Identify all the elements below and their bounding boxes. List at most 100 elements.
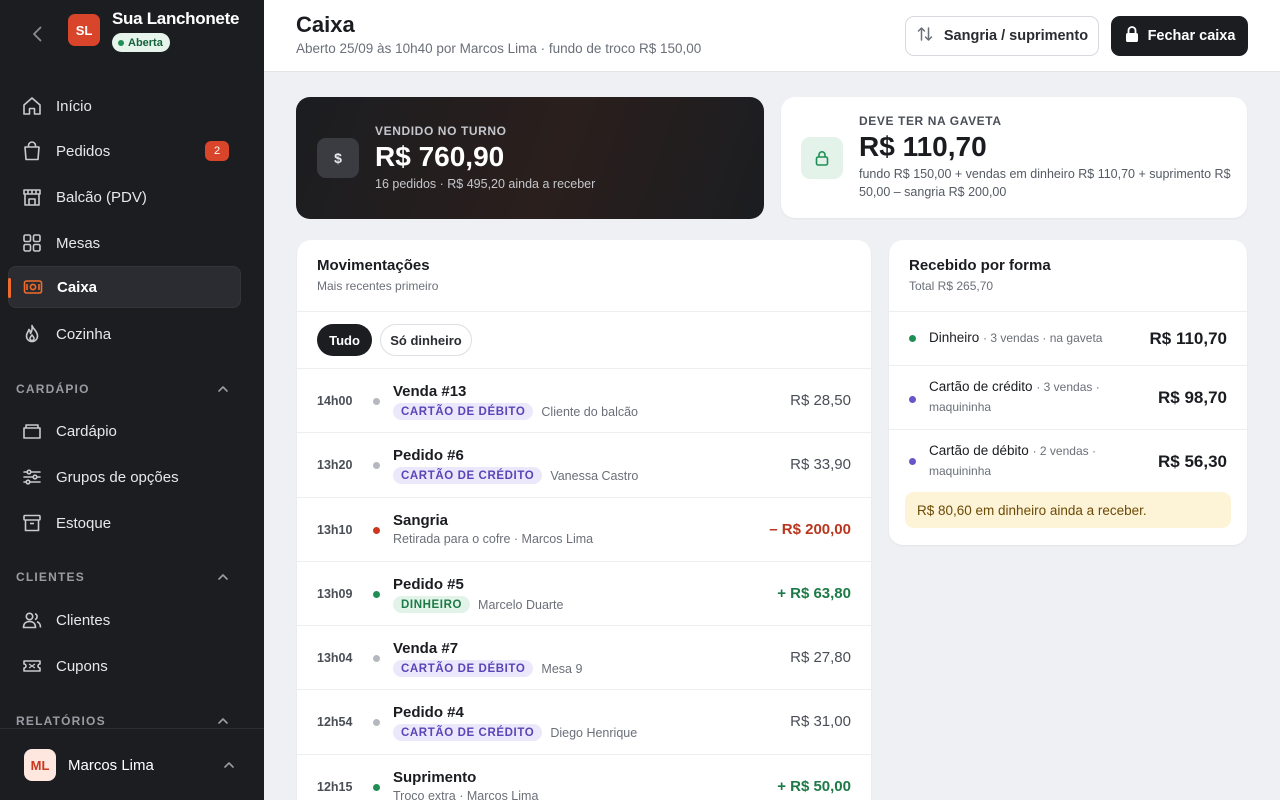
- ticket-icon: [20, 654, 44, 678]
- drawer-formula: fundo R$ 150,00 + vendas em dinheiro R$ …: [859, 167, 1231, 199]
- section-header-relatorios[interactable]: RELATÓRIOS: [16, 714, 106, 728]
- divider: [297, 311, 871, 312]
- chevron-left-icon[interactable]: [28, 24, 48, 44]
- store-name: Sua Lanchonete: [112, 9, 240, 28]
- method-name: Dinheiro: [929, 330, 980, 345]
- table-row[interactable]: 13h09 Pedido #5 DINHEIRO Marcelo Duarte …: [297, 561, 871, 625]
- sidebar-item-label: Estoque: [56, 514, 112, 532]
- sold-value: R$ 760,90: [375, 141, 505, 172]
- sidebar-item-cozinha[interactable]: Cozinha: [8, 313, 241, 355]
- table-row[interactable]: 13h20 Pedido #6 CARTÃO DE CRÉDITO Vaness…: [297, 432, 871, 496]
- filter-tudo[interactable]: Tudo: [317, 324, 372, 356]
- sangria-suprimento-button[interactable]: Sangria / suprimento: [905, 16, 1099, 56]
- filter-so-dinheiro[interactable]: Só dinheiro: [380, 324, 472, 356]
- method-detail: · 3 vendas · na gaveta: [983, 331, 1103, 345]
- method-text: Cartão de débito · 2 vendas · maquininha: [929, 441, 1149, 481]
- row-title: Venda #13: [393, 383, 467, 400]
- method-dot: [909, 458, 916, 465]
- drawer-label: DEVE TER NA GAVETA: [859, 114, 1002, 128]
- fechar-caixa-label: Fechar caixa: [1147, 28, 1236, 44]
- sold-detail: 16 pedidos · R$ 495,20 ainda a receber: [375, 177, 596, 191]
- status-dot: [373, 462, 380, 469]
- row-amount: + R$ 63,80: [777, 585, 851, 602]
- row-time: 12h54: [317, 715, 353, 729]
- row-detail: Cliente do balcão: [541, 404, 639, 419]
- row-detail: Troco extra · Marcos Lima: [393, 789, 539, 800]
- grid-icon: [20, 231, 44, 255]
- row-time: 14h00: [317, 394, 353, 408]
- received-by-method-panel: Recebido por forma Total R$ 265,70 Dinhe…: [889, 240, 1247, 545]
- dollar-icon: $: [317, 138, 359, 178]
- sidebar-item-label: Balcão (PDV): [56, 188, 147, 206]
- sidebar-item-balcao[interactable]: Balcão (PDV): [8, 176, 241, 218]
- row-time: 12h15: [317, 780, 353, 794]
- sidebar-item-label: Cardápio: [56, 422, 117, 440]
- payment-tag: CARTÃO DE DÉBITO: [393, 403, 534, 420]
- sidebar-item-label: Cozinha: [56, 325, 112, 343]
- home-icon: [20, 94, 44, 118]
- table-row[interactable]: 12h15 Suprimento Troco extra · Marcos Li…: [297, 754, 871, 800]
- row-time: 13h09: [317, 587, 353, 601]
- sidebar-item-label: Mesas: [56, 234, 101, 252]
- sidebar-item-label: Caixa: [57, 278, 98, 296]
- sidebar-item-cardapio[interactable]: Cardápio: [8, 410, 241, 452]
- payment-tag: CARTÃO DE DÉBITO: [393, 660, 534, 677]
- sidebar-item-clientes[interactable]: Clientes: [8, 599, 241, 641]
- sidebar-item-mesas[interactable]: Mesas: [8, 222, 241, 264]
- sidebar: SL Sua Lanchonete Aberta Início Pedidos …: [0, 0, 264, 800]
- row-title: Pedido #6: [393, 447, 464, 464]
- sidebar-item-label: Início: [56, 97, 92, 115]
- sidebar-item-grupos-de-opcoes[interactable]: Grupos de opções: [8, 456, 241, 498]
- row-title: Pedido #5: [393, 576, 464, 593]
- method-amount: R$ 110,70: [1149, 329, 1227, 348]
- row-meta: CARTÃO DE DÉBITO Mesa 9: [393, 660, 582, 677]
- page-subtitle: Aberto 25/09 às 10h40 por Marcos Lima · …: [296, 41, 702, 56]
- row-time: 13h04: [317, 651, 353, 665]
- chevron-up-icon[interactable]: [216, 382, 230, 396]
- table-row[interactable]: 13h04 Venda #7 CARTÃO DE DÉBITO Mesa 9 R…: [297, 625, 871, 689]
- users-icon: [20, 608, 44, 632]
- method-dot: [909, 335, 916, 342]
- sidebar-item-caixa[interactable]: Caixa: [8, 266, 241, 308]
- table-row[interactable]: 14h00 Venda #13 CARTÃO DE DÉBITO Cliente…: [297, 368, 871, 432]
- row-time: 13h20: [317, 458, 353, 472]
- row-meta: CARTÃO DE CRÉDITO Diego Henrique: [393, 724, 637, 741]
- row-title: Venda #7: [393, 640, 459, 657]
- sidebar-item-estoque[interactable]: Estoque: [8, 502, 241, 544]
- fechar-caixa-button[interactable]: Fechar caixa: [1111, 16, 1248, 56]
- user-menu[interactable]: ML Marcos Lima: [0, 728, 264, 800]
- lock-icon: [801, 137, 843, 179]
- sold-label: VENDIDO NO TURNO: [375, 124, 507, 138]
- sidebar-item-inicio[interactable]: Início: [8, 85, 241, 127]
- list-item: Cartão de débito · 2 vendas · maquininha…: [889, 429, 1247, 493]
- table-row[interactable]: 12h54 Pedido #4 CARTÃO DE CRÉDITO Diego …: [297, 689, 871, 753]
- page-header: Caixa Aberto 25/09 às 10h40 por Marcos L…: [264, 0, 1280, 72]
- sangria-button-label: Sangria / suprimento: [943, 28, 1089, 44]
- row-detail: Diego Henrique: [550, 725, 638, 740]
- chevron-up-icon[interactable]: [216, 714, 230, 728]
- avatar: ML: [24, 749, 56, 781]
- row-amount: R$ 28,50: [790, 392, 851, 409]
- table-row[interactable]: 13h10 Sangria Retirada para o cofre · Ma…: [297, 497, 871, 561]
- row-amount: R$ 33,90: [790, 456, 851, 473]
- chevron-up-icon[interactable]: [222, 758, 236, 772]
- section-header-cardapio[interactable]: CARDÁPIO: [16, 382, 90, 396]
- payment-tag: DINHEIRO: [393, 596, 471, 613]
- section-header-clientes[interactable]: CLIENTES: [16, 570, 85, 584]
- sidebar-item-label: Pedidos: [56, 142, 111, 160]
- method-name: Cartão de débito: [929, 443, 1029, 458]
- row-meta: CARTÃO DE DÉBITO Cliente do balcão: [393, 403, 638, 420]
- page-title: Caixa: [296, 12, 355, 37]
- tray-icon: [20, 419, 44, 443]
- method-text: Dinheiro · 3 vendas · na gaveta: [929, 328, 1102, 348]
- method-name: Cartão de crédito: [929, 379, 1033, 394]
- cash-icon: [21, 275, 45, 299]
- sidebar-item-cupons[interactable]: Cupons: [8, 645, 241, 687]
- status-dot: [373, 655, 380, 662]
- store-status-label: Aberta: [128, 36, 163, 49]
- row-detail: Mesa 9: [541, 661, 583, 676]
- sidebar-item-label: Cupons: [56, 657, 108, 675]
- sidebar-item-pedidos[interactable]: Pedidos 2: [8, 130, 241, 172]
- row-amount: – R$ 200,00: [769, 521, 851, 538]
- chevron-up-icon[interactable]: [216, 570, 230, 584]
